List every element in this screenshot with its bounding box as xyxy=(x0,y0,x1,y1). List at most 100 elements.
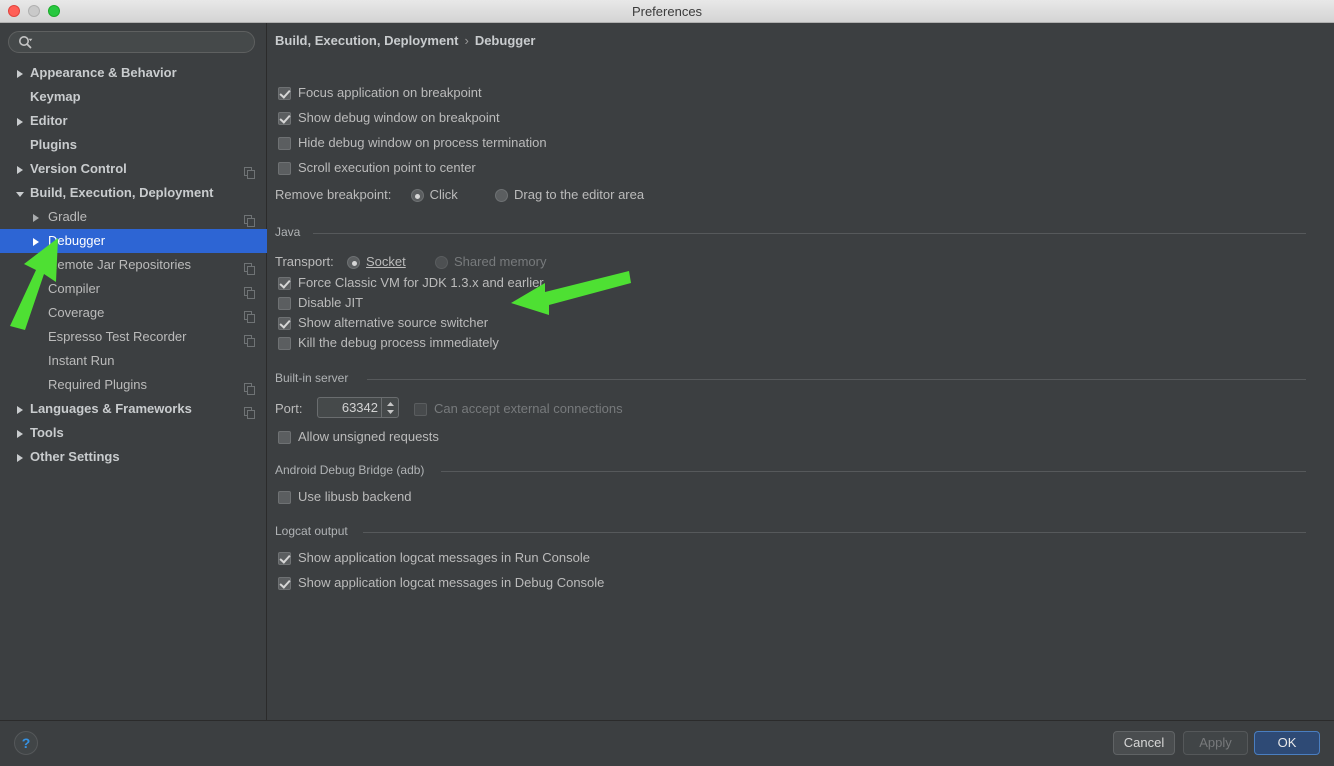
settings-panel: Build, Execution, Deployment › Debugger Fo… xyxy=(267,23,1334,720)
radio-drag-to-editor[interactable] xyxy=(495,189,509,202)
copy-settings-icon[interactable] xyxy=(244,163,255,179)
remove-breakpoint-option-drag[interactable]: Drag to the editor area xyxy=(495,187,644,202)
sidebar-item-coverage[interactable]: Coverage xyxy=(0,301,267,325)
sidebar-item-appearance-behavior[interactable]: Appearance & Behavior xyxy=(0,61,267,85)
allow-unsigned-requests-row[interactable]: Allow unsigned requests xyxy=(278,429,439,444)
sidebar-item-label: Languages & Frameworks xyxy=(30,401,192,416)
sidebar-item-editor[interactable]: Editor xyxy=(0,109,267,133)
checkbox-hide-debug-window-on-process-termination[interactable] xyxy=(278,137,291,150)
chevron-right-icon[interactable] xyxy=(14,61,26,85)
chevron-right-icon[interactable] xyxy=(14,157,26,181)
transport-option-socket[interactable]: Socket xyxy=(347,254,409,269)
copy-settings-icon[interactable] xyxy=(244,283,255,299)
transport-option-shared-memory: Shared memory xyxy=(435,254,547,269)
radio-shared-memory-label: Shared memory xyxy=(454,254,547,269)
sidebar-item-languages-frameworks[interactable]: Languages & Frameworks xyxy=(0,397,267,421)
builtin-server-section-title: Built-in server xyxy=(275,371,355,385)
option-row-show-alternative-source-switcher[interactable]: Show alternative source switcher xyxy=(278,315,488,330)
sidebar-item-label: Other Settings xyxy=(30,449,120,464)
use-libusb-backend-label: Use libusb backend xyxy=(298,489,412,504)
sidebar-item-label: Version Control xyxy=(30,161,127,176)
use-libusb-backend-row[interactable]: Use libusb backend xyxy=(278,489,411,504)
sidebar-item-label: Tools xyxy=(30,425,64,440)
option-label: Show application logcat messages in Debu… xyxy=(298,575,605,590)
sidebar-item-other-settings[interactable]: Other Settings xyxy=(0,445,267,469)
sidebar-item-remote-jar-repositories[interactable]: Remote Jar Repositories xyxy=(0,253,267,277)
sidebar-item-keymap[interactable]: Keymap xyxy=(0,85,267,109)
checkbox-use-libusb-backend[interactable] xyxy=(278,491,291,504)
remove-breakpoint-row: Remove breakpoint: Click Drag to the edi… xyxy=(275,187,644,202)
builtin-server-section-header: Built-in server xyxy=(275,371,1320,387)
copy-settings-icon[interactable] xyxy=(244,259,255,275)
port-value: 63342 xyxy=(341,400,378,415)
radio-shared-memory xyxy=(435,256,449,269)
checkbox-show-application-logcat-messages-in-run-console[interactable] xyxy=(278,552,291,565)
checkbox-can-accept-external-connections xyxy=(414,403,427,416)
checkbox-show-application-logcat-messages-in-debug-console[interactable] xyxy=(278,577,291,590)
sidebar-item-compiler[interactable]: Compiler xyxy=(0,277,267,301)
checkbox-show-alternative-source-switcher[interactable] xyxy=(278,317,291,330)
sidebar-item-label: Compiler xyxy=(48,281,101,296)
breadcrumb-separator: › xyxy=(464,33,469,48)
search-input[interactable] xyxy=(39,33,249,51)
checkbox-kill-the-debug-process-immediately[interactable] xyxy=(278,337,291,350)
option-row-kill-the-debug-process-immediately[interactable]: Kill the debug process immediately xyxy=(278,335,499,350)
sidebar-item-espresso-test-recorder[interactable]: Espresso Test Recorder xyxy=(0,325,267,349)
chevron-right-icon[interactable] xyxy=(14,109,26,133)
sidebar-item-version-control[interactable]: Version Control xyxy=(0,157,267,181)
sidebar-item-instant-run[interactable]: Instant Run xyxy=(0,349,267,373)
copy-settings-icon[interactable] xyxy=(244,403,255,419)
cancel-button[interactable]: Cancel xyxy=(1113,731,1175,755)
checkbox-show-debug-window-on-breakpoint[interactable] xyxy=(278,112,291,125)
option-row-disable-jit[interactable]: Disable JIT xyxy=(278,295,363,310)
breadcrumb-parent[interactable]: Build, Execution, Deployment xyxy=(275,33,458,48)
sidebar-item-plugins[interactable]: Plugins xyxy=(0,133,267,157)
option-row-force-classic-vm-for-jdk-1-3-x-and-earlier[interactable]: Force Classic VM for JDK 1.3.x and earli… xyxy=(278,275,544,290)
option-label: Scroll execution point to center xyxy=(298,160,476,175)
radio-socket[interactable] xyxy=(347,256,361,269)
checkbox-disable-jit[interactable] xyxy=(278,297,291,310)
java-section-divider xyxy=(313,233,1306,234)
copy-settings-icon[interactable] xyxy=(244,379,255,395)
option-row-show-application-logcat-messages-in-run-console[interactable]: Show application logcat messages in Run … xyxy=(278,550,590,565)
sidebar-item-tools[interactable]: Tools xyxy=(0,421,267,445)
sidebar-item-label: Debugger xyxy=(48,233,106,248)
copy-settings-icon[interactable] xyxy=(244,211,255,227)
option-label: Force Classic VM for JDK 1.3.x and earli… xyxy=(298,275,544,290)
sidebar-item-label: Build, Execution, Deployment xyxy=(30,185,214,200)
checkbox-allow-unsigned-requests[interactable] xyxy=(278,431,291,444)
chevron-right-icon[interactable] xyxy=(14,421,26,445)
option-label: Focus application on breakpoint xyxy=(298,85,482,100)
chevron-right-icon[interactable] xyxy=(30,205,42,229)
search-box[interactable] xyxy=(8,31,255,53)
chevron-right-icon[interactable] xyxy=(14,397,26,421)
port-row: Port: xyxy=(275,401,302,416)
chevron-down-icon[interactable] xyxy=(14,181,26,205)
copy-settings-icon[interactable] xyxy=(244,331,255,347)
port-stepper[interactable] xyxy=(381,398,398,417)
option-row-scroll-execution-point-to-center[interactable]: Scroll execution point to center xyxy=(278,160,476,175)
sidebar-item-gradle[interactable]: Gradle xyxy=(0,205,267,229)
checkbox-force-classic-vm-for-jdk-1-3-x-and-earlier[interactable] xyxy=(278,277,291,290)
sidebar-item-build-execution-deployment[interactable]: Build, Execution, Deployment xyxy=(0,181,267,205)
option-row-show-debug-window-on-breakpoint[interactable]: Show debug window on breakpoint xyxy=(278,110,500,125)
checkbox-focus-application-on-breakpoint[interactable] xyxy=(278,87,291,100)
port-field[interactable]: 63342 xyxy=(317,397,399,418)
option-row-show-application-logcat-messages-in-debug-console[interactable]: Show application logcat messages in Debu… xyxy=(278,575,604,590)
sidebar-item-debugger[interactable]: Debugger xyxy=(0,229,267,253)
chevron-right-icon[interactable] xyxy=(30,229,42,253)
remove-breakpoint-option-click[interactable]: Click xyxy=(410,187,462,202)
sidebar-item-label: Editor xyxy=(30,113,68,128)
ok-button[interactable]: OK xyxy=(1254,731,1320,755)
option-row-hide-debug-window-on-process-termination[interactable]: Hide debug window on process termination xyxy=(278,135,547,150)
sidebar-item-required-plugins[interactable]: Required Plugins xyxy=(0,373,267,397)
radio-drag-to-editor-label: Drag to the editor area xyxy=(514,187,645,202)
help-button[interactable]: ? xyxy=(14,731,38,755)
chevron-right-icon[interactable] xyxy=(14,445,26,469)
allow-unsigned-requests-label: Allow unsigned requests xyxy=(298,429,439,444)
option-label: Kill the debug process immediately xyxy=(298,335,499,350)
option-row-focus-application-on-breakpoint[interactable]: Focus application on breakpoint xyxy=(278,85,482,100)
checkbox-scroll-execution-point-to-center[interactable] xyxy=(278,162,291,175)
copy-settings-icon[interactable] xyxy=(244,307,255,323)
radio-click[interactable] xyxy=(410,189,424,202)
